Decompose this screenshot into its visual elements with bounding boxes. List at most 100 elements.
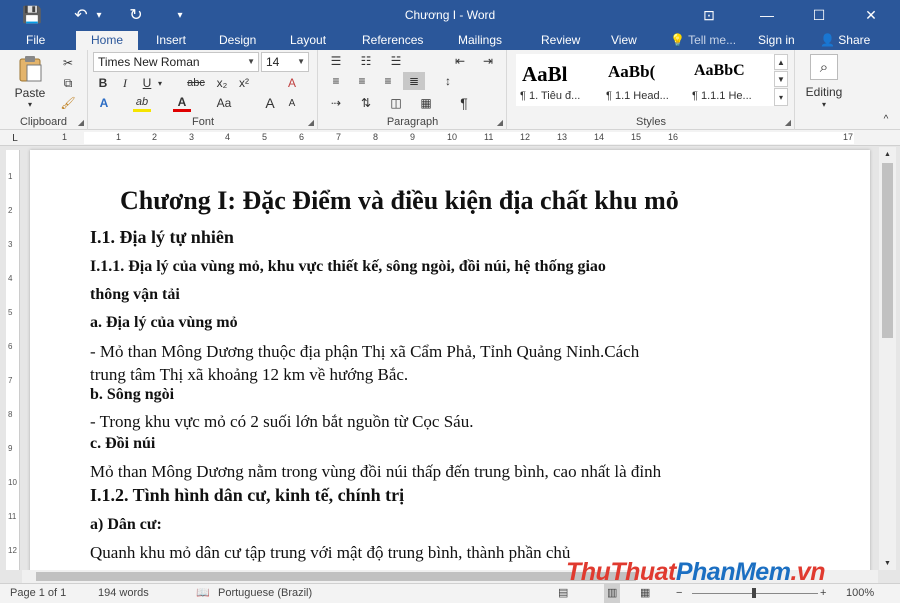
horizontal-ruler[interactable]: L 1 1 2 3 4 5 6 7 8 9 10 11 12 13 14 15 16 17 bbox=[0, 130, 900, 146]
clear-formatting-button[interactable]: A bbox=[283, 74, 301, 92]
tab-review[interactable]: Review bbox=[535, 30, 586, 50]
sort-icon[interactable]: ⇅ bbox=[355, 94, 377, 112]
tab-selector-icon[interactable]: L bbox=[8, 131, 22, 145]
bold-button[interactable]: B bbox=[95, 74, 111, 92]
shrink-font-button[interactable]: A bbox=[283, 94, 301, 112]
styles-launcher-icon[interactable]: ◢ bbox=[785, 118, 791, 127]
align-right-icon[interactable]: ≡ bbox=[377, 72, 399, 90]
strikethrough-button[interactable]: abc bbox=[183, 74, 209, 92]
page-count[interactable]: Page 1 of 1 bbox=[10, 584, 66, 603]
chevron-down-icon: ▾ bbox=[821, 99, 826, 109]
minimize-button[interactable]: — bbox=[744, 0, 790, 30]
tell-me-search[interactable]: 💡 Tell me... bbox=[664, 30, 742, 50]
increase-indent-icon[interactable]: ⇥ bbox=[477, 52, 499, 70]
vertical-scroll-thumb[interactable] bbox=[882, 163, 893, 338]
styles-scroll-up-icon[interactable]: ▲ bbox=[774, 54, 788, 70]
ltr-direction-icon[interactable]: ⇢ bbox=[325, 94, 347, 112]
ribbon-display-options-icon[interactable]: ⊡ bbox=[686, 0, 732, 30]
document-page[interactable]: Chương I: Đặc Điểm và điều kiện địa chất… bbox=[30, 150, 870, 570]
heading-c[interactable]: c. Đồi núi bbox=[90, 435, 155, 453]
paragraph-c[interactable]: Mỏ than Mông Dương nằm trong vùng đồi nú… bbox=[90, 462, 661, 482]
tab-view[interactable]: View bbox=[605, 30, 643, 50]
share-button[interactable]: 👤 Share bbox=[814, 30, 876, 50]
font-color-button[interactable]: A bbox=[173, 94, 191, 112]
format-painter-icon[interactable]: 🖌 bbox=[58, 94, 78, 112]
font-size-combo[interactable]: 14 ▼ bbox=[261, 52, 309, 72]
vertical-scrollbar[interactable]: ▲ ▼ bbox=[879, 147, 896, 570]
highlight-button[interactable]: ab bbox=[133, 94, 151, 112]
tab-mailings[interactable]: Mailings bbox=[452, 30, 508, 50]
tab-design[interactable]: Design bbox=[213, 30, 262, 50]
document-title[interactable]: Chương I: Đặc Điểm và điều kiện địa chất… bbox=[120, 186, 679, 216]
tab-layout[interactable]: Layout bbox=[284, 30, 332, 50]
chevron-down-icon[interactable]: ▼ bbox=[247, 53, 255, 71]
decrease-indent-icon[interactable]: ⇤ bbox=[449, 52, 471, 70]
editing-group[interactable]: ⌕ Editing ▾ bbox=[796, 50, 852, 130]
language-indicator[interactable]: Portuguese (Brazil) bbox=[218, 584, 312, 603]
paragraph-launcher-icon[interactable]: ◢ bbox=[497, 118, 503, 127]
chevron-down-icon[interactable]: ▼ bbox=[297, 53, 305, 71]
heading-1-1-1[interactable]: I.1.1. Địa lý của vùng mỏ, khu vực thiết… bbox=[90, 258, 606, 276]
heading-1-1[interactable]: I.1. Địa lý tự nhiên bbox=[90, 227, 234, 248]
copy-icon[interactable]: ⧉ bbox=[58, 74, 78, 92]
styles-scroll-down-icon[interactable]: ▼ bbox=[774, 71, 788, 87]
change-case-button[interactable]: Aa bbox=[213, 94, 235, 112]
numbering-icon[interactable]: ☷ bbox=[355, 52, 377, 70]
font-name-combo[interactable]: Times New Roman ▼ bbox=[93, 52, 259, 72]
heading-1-1-2[interactable]: I.1.2. Tình hình dân cư, kinh tế, chính … bbox=[90, 485, 404, 506]
style-name: ¶ 1. Tiêu đ... bbox=[520, 90, 581, 102]
style-item-heading2[interactable]: AaBb( ¶ 1.1 Head... bbox=[602, 54, 688, 106]
sign-in-link[interactable]: Sign in bbox=[752, 30, 801, 50]
style-item-heading1[interactable]: AaBl ¶ 1. Tiêu đ... bbox=[516, 54, 602, 106]
italic-button[interactable]: I bbox=[117, 74, 133, 92]
vertical-ruler[interactable]: 1 2 3 4 5 6 7 8 9 10 11 12 bbox=[6, 150, 20, 570]
bullets-icon[interactable]: ☰ bbox=[325, 52, 347, 70]
tab-home[interactable]: Home bbox=[76, 31, 138, 50]
zoom-slider-thumb[interactable] bbox=[752, 588, 756, 598]
word-count[interactable]: 194 words bbox=[98, 584, 149, 603]
text-effects-button[interactable]: A bbox=[95, 94, 113, 112]
underline-button[interactable]: U bbox=[139, 74, 155, 92]
document-canvas[interactable]: Chương I: Đặc Điểm và điều kiện địa chất… bbox=[22, 147, 878, 570]
ruler-track[interactable] bbox=[84, 132, 854, 144]
shading-icon[interactable]: ◫ bbox=[385, 94, 407, 112]
grow-font-button[interactable]: A bbox=[261, 94, 279, 112]
heading-b[interactable]: b. Sông ngòi bbox=[90, 386, 174, 404]
vertical-ruler-number: 9 bbox=[8, 444, 13, 453]
paste-dropdown-icon[interactable]: ▾ bbox=[28, 100, 32, 109]
underline-dropdown-icon[interactable]: ▾ bbox=[155, 74, 165, 92]
heading-1-1-1-cont[interactable]: thông vận tải bbox=[90, 286, 180, 304]
style-item-heading3[interactable]: AaBbC ¶ 1.1.1 He... bbox=[688, 54, 774, 106]
align-left-icon[interactable]: ≡ bbox=[325, 72, 347, 90]
tab-file[interactable]: File bbox=[20, 30, 51, 50]
zoom-level[interactable]: 100% bbox=[846, 584, 874, 603]
styles-more-icon[interactable]: ▾ bbox=[774, 88, 788, 106]
line-spacing-icon[interactable]: ↕ bbox=[437, 72, 459, 90]
cut-icon[interactable]: ✂ bbox=[58, 54, 78, 72]
scroll-down-icon[interactable]: ▼ bbox=[879, 556, 896, 570]
font-launcher-icon[interactable]: ◢ bbox=[308, 118, 314, 127]
subscript-button[interactable]: x₂ bbox=[213, 74, 231, 92]
close-button[interactable]: ✕ bbox=[848, 0, 894, 30]
superscript-button[interactable]: x² bbox=[235, 74, 253, 92]
clipboard-launcher-icon[interactable]: ◢ bbox=[78, 118, 84, 127]
borders-icon[interactable]: ▦ bbox=[415, 94, 437, 112]
align-center-icon[interactable]: ≡ bbox=[351, 72, 373, 90]
justify-icon[interactable]: ≣ bbox=[403, 72, 425, 90]
show-formatting-marks-icon[interactable]: ¶ bbox=[453, 94, 475, 112]
maximize-button[interactable]: ☐ bbox=[796, 0, 842, 30]
horizontal-scroll-thumb[interactable] bbox=[36, 572, 636, 581]
paragraph-a-line2[interactable]: trung tâm Thị xã khoảng 12 km về hướng B… bbox=[90, 365, 408, 385]
ruler-number: 1 bbox=[62, 132, 68, 142]
tab-references[interactable]: References bbox=[356, 30, 429, 50]
paragraph-a-line1[interactable]: - Mỏ than Mông Dương thuộc địa phận Thị … bbox=[90, 342, 639, 362]
heading-dan-cu[interactable]: a) Dân cư: bbox=[90, 516, 162, 534]
scroll-up-icon[interactable]: ▲ bbox=[879, 147, 896, 161]
paragraph-dan-cu[interactable]: Quanh khu mỏ dân cư tập trung với mật độ… bbox=[90, 543, 570, 563]
heading-a[interactable]: a. Địa lý của vùng mỏ bbox=[90, 314, 238, 332]
paragraph-b[interactable]: - Trong khu vực mỏ có 2 suối lớn bắt ngu… bbox=[90, 412, 473, 432]
tab-insert[interactable]: Insert bbox=[150, 30, 192, 50]
proofing-icon[interactable]: 📖 bbox=[196, 584, 210, 603]
collapse-ribbon-icon[interactable]: ^ bbox=[878, 112, 894, 126]
multilevel-list-icon[interactable]: ☱ bbox=[385, 52, 407, 70]
